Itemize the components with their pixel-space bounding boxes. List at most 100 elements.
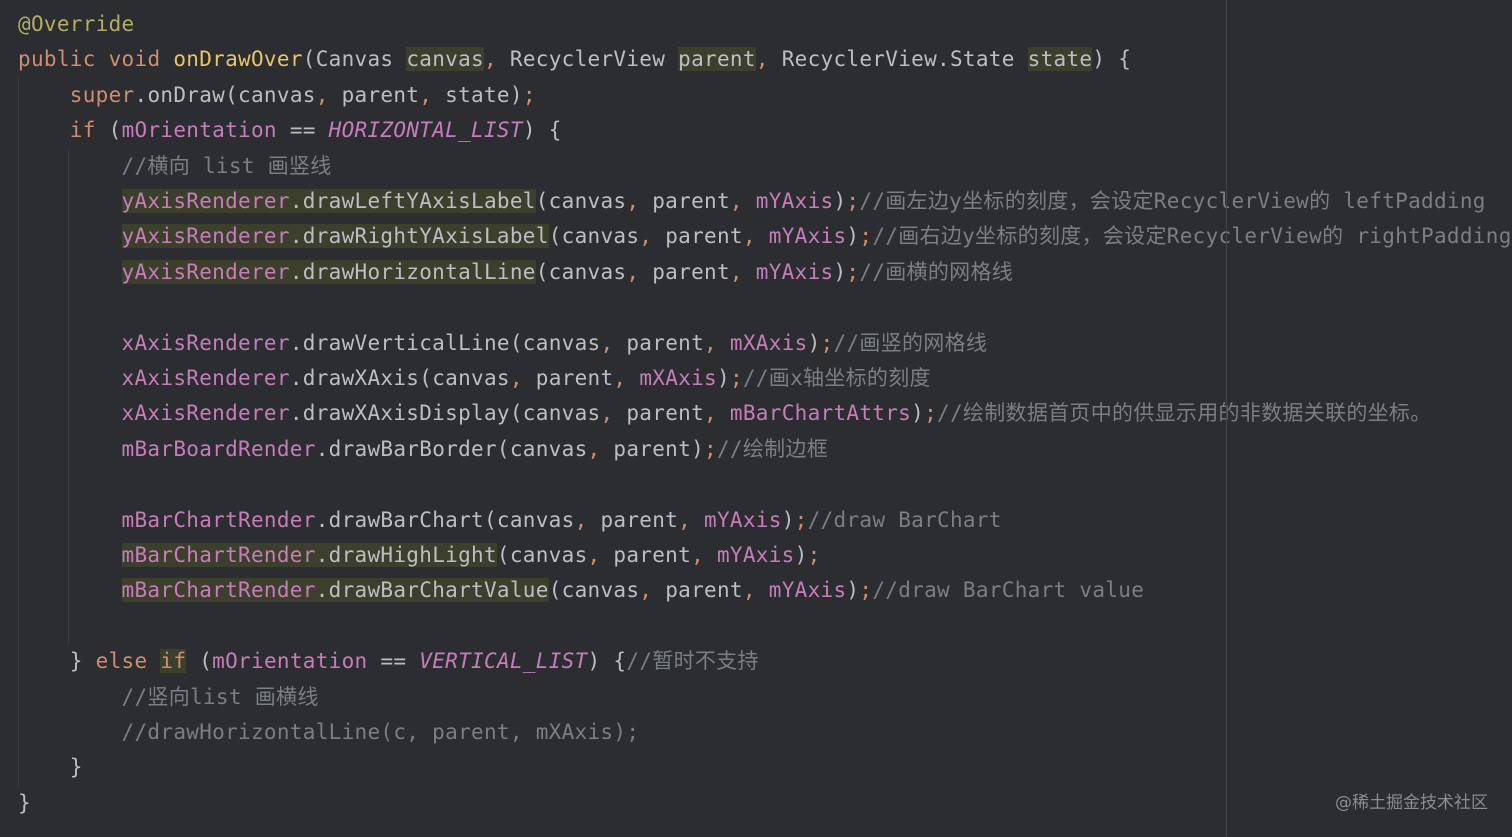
watermark: @稀土掘金技术社区 [1335,793,1488,813]
code-token: ) [833,189,847,213]
code-token: , [600,330,627,355]
code-token: ) [807,330,821,355]
code-line[interactable]: //竖向list 画横线 [18,680,319,715]
code-token: mOrientation [121,118,277,143]
code-token: mBarBoardRender [121,436,316,461]
code-token: ) [846,224,860,249]
code-token: if [18,118,109,143]
code-line[interactable]: xAxisRenderer.drawXAxis(canvas, parent, … [18,361,931,396]
code-comment: //暂时不支持 [626,649,759,674]
code-token: yAxisRenderer [121,259,290,284]
code-token: state [1027,47,1093,72]
code-token: .drawLeftYAxisLabel [289,189,536,213]
code-token: ; [846,189,860,213]
code-token: RecyclerView.State [781,47,1028,72]
code-line[interactable]: mBarChartRender.drawBarChartValue(canvas… [18,573,1144,608]
code-token: , [639,578,666,603]
code-line[interactable]: //横向 list 画竖线 [18,149,332,184]
code-line[interactable]: public void onDrawOver(Canvas canvas, Re… [18,42,1131,77]
code-token: mXAxis [729,330,808,355]
code-line[interactable]: yAxisRenderer.drawLeftYAxisLabel(canvas,… [18,184,1486,219]
code-line[interactable]: } else if (mOrientation == VERTICAL_LIST… [18,644,759,679]
code-token: (canvas [535,259,627,284]
code-token: parent) [613,436,705,461]
code-token: (canvas [535,189,627,213]
code-line[interactable]: xAxisRenderer.drawVerticalLine(canvas, p… [18,326,987,361]
code-line[interactable]: } [18,750,83,785]
code-token: .drawVerticalLine [289,330,510,355]
code-token: public [18,47,109,72]
code-comment: //画左边y坐标的刻度，会设定RecyclerView的 leftPadding [859,189,1486,213]
code-token: ( [108,118,122,143]
code-token: parent [652,189,730,213]
code-line[interactable]: } [18,786,31,821]
code-token: .drawHorizontalLine [289,259,536,284]
code-line[interactable]: @Override [18,7,135,42]
code-comment: //绘制边框 [716,436,829,461]
code-token: yAxisRenderer [121,189,290,213]
code-token: .drawBarChartValue [315,578,549,603]
code-token: mYAxis [716,543,795,567]
code-token: , [587,543,614,567]
code-editor[interactable]: @Override public void onDrawOver(Canvas c… [18,7,1512,837]
code-token: parent [626,330,705,355]
code-line[interactable]: if (mOrientation == HORIZONTAL_LIST) { [18,113,562,148]
code-token: (canvas [509,401,601,426]
code-token: , [755,47,782,72]
code-line[interactable]: mBarChartRender.drawBarChart(canvas, par… [18,503,1002,538]
code-token: , [574,507,601,532]
code-token: ( [186,649,213,674]
code-line[interactable]: super.onDraw(canvas, parent, state); [18,78,536,113]
code-token: ; [924,401,938,426]
code-token: void [108,47,174,72]
code-token: ; [807,543,821,567]
code-token: mYAxis [704,507,782,532]
code-comment: //画竖的网格线 [833,330,988,355]
code-line[interactable]: yAxisRenderer.drawRightYAxisLabel(canvas… [18,219,1512,254]
code-token: parent [613,543,692,567]
code-token: .drawXAxisDisplay [289,401,510,426]
code-line[interactable]: //drawHorizontalLine(c, parent, mXAxis); [18,715,639,750]
code-line[interactable]: yAxisRenderer.drawHorizontalLine(canvas,… [18,255,1013,290]
code-token: , [613,366,640,390]
code-token: , [600,401,627,426]
code-token: } [18,790,31,815]
code-comment: //画x轴坐标的刻度 [742,366,931,390]
code-token: parent [535,366,614,390]
code-token: mBarChartRender [121,507,316,532]
code-token: ) [781,507,795,532]
code-line[interactable]: mBarChartRender.drawHighLight(canvas, pa… [18,538,821,573]
code-token: ; [522,82,536,107]
code-comment: //画横的网格线 [859,259,1014,284]
code-token: , [691,543,717,567]
code-comment: //竖向list 画横线 [18,684,319,709]
code-token: ; [820,330,834,355]
code-token: xAxisRenderer [121,330,290,355]
code-token: , [626,259,653,284]
code-token: yAxisRenderer [121,224,290,249]
code-token: } [18,755,83,780]
code-token: (canvas [496,436,588,461]
code-token: , [483,47,510,72]
code-token: .drawRightYAxisLabel [289,224,549,249]
code-line[interactable]: xAxisRenderer.drawXAxisDisplay(canvas, p… [18,396,1432,431]
code-token: (canvas [419,366,510,390]
code-token: ) { [1092,47,1132,72]
code-token: , [587,436,614,461]
code-token: HORIZONTAL_LIST [328,118,523,143]
code-token: parent [341,82,420,107]
code-token: ) [716,366,730,390]
code-line[interactable]: mBarBoardRender.drawBarBorder(canvas, pa… [18,432,828,467]
code-token: mBarChartAttrs [729,401,912,426]
code-token: ; [846,259,860,284]
code-token: ; [859,578,873,603]
code-token: , [742,224,769,249]
